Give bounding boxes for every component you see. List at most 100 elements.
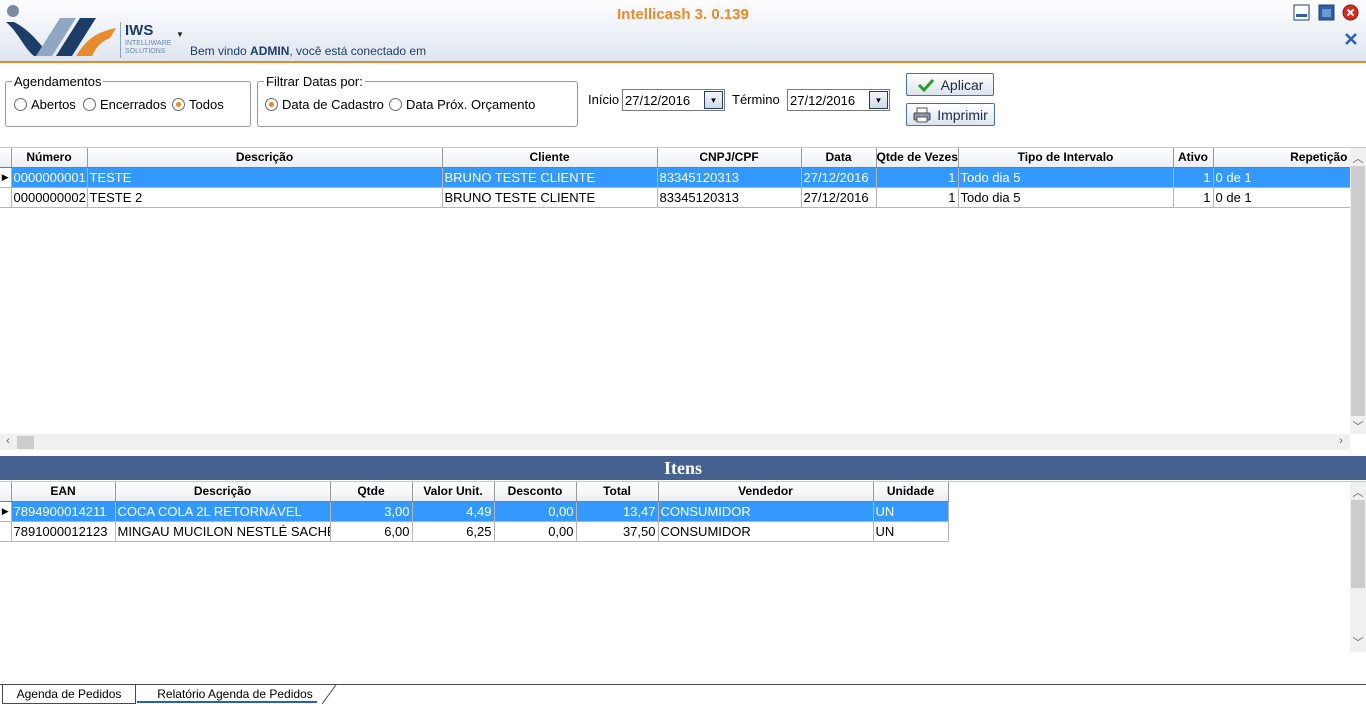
cell-valor-unit[interactable]: 6,25 — [412, 521, 495, 542]
cell-total[interactable]: 13,47 — [576, 501, 659, 522]
cell-unidade[interactable]: UN — [873, 521, 949, 542]
cell-cliente[interactable]: BRUNO TESTE CLIENTE — [442, 187, 658, 208]
radio-todos[interactable]: Todos — [172, 97, 224, 112]
cell-descricao[interactable]: TESTE 2 — [87, 187, 443, 208]
col-header-valor-unit[interactable]: Valor Unit. — [412, 482, 495, 502]
cell-qtde[interactable]: 3,00 — [330, 501, 413, 522]
cell-ativo[interactable]: 1 — [1173, 167, 1214, 188]
itens-grid[interactable]: EAN Descrição Qtde Valor Unit. Desconto … — [0, 481, 1366, 652]
row-indicator-icon: ▶ — [0, 167, 12, 188]
print-button[interactable]: Imprimir — [906, 103, 995, 126]
cell-repeticao[interactable]: 0 de 1 — [1213, 167, 1351, 188]
scroll-thumb[interactable] — [17, 436, 34, 449]
scroll-left-icon[interactable]: ‹ — [0, 435, 16, 447]
cell-total[interactable]: 37,50 — [576, 521, 659, 542]
scroll-down-icon[interactable]: ﹀ — [1350, 634, 1366, 650]
col-header-ativo[interactable]: Ativo — [1173, 148, 1214, 168]
agenda-table: Número Descrição Cliente CNPJ/CPF Data Q… — [0, 148, 1351, 208]
scroll-thumb[interactable] — [1351, 500, 1365, 588]
cell-qtde[interactable]: 6,00 — [330, 521, 413, 542]
termino-dropdown-icon[interactable]: ▼ — [869, 91, 888, 109]
filtrar-datas-legend: Filtrar Datas por: — [264, 74, 365, 89]
row-indicator-empty — [0, 187, 12, 208]
minimize-icon[interactable] — [1293, 4, 1310, 21]
cell-desconto[interactable]: 0,00 — [494, 521, 577, 542]
table-row[interactable]: ▶ 7894900014211 COCA COLA 2L RETORNÁVEL … — [0, 501, 949, 522]
scroll-thumb[interactable] — [1351, 166, 1365, 416]
cell-numero[interactable]: 0000000002 — [11, 187, 88, 208]
table-row[interactable]: 0000000002 TESTE 2 BRUNO TESTE CLIENTE 8… — [0, 187, 1351, 208]
radio-circle[interactable] — [83, 98, 96, 111]
cell-ean[interactable]: 7894900014211 — [11, 501, 116, 522]
scroll-up-icon[interactable]: ︿ — [1350, 150, 1366, 166]
radio-abertos[interactable]: Abertos — [14, 97, 76, 112]
cell-ativo[interactable]: 1 — [1173, 187, 1214, 208]
horizontal-scrollbar[interactable]: ‹ › — [0, 434, 1350, 450]
radio-circle[interactable] — [389, 98, 402, 111]
close-tab-icon[interactable] — [1343, 31, 1359, 47]
itens-table: EAN Descrição Qtde Valor Unit. Desconto … — [0, 482, 949, 542]
table-row[interactable]: ▶ 0000000001 TESTE BRUNO TESTE CLIENTE 8… — [0, 167, 1351, 188]
maximize-icon[interactable] — [1318, 4, 1335, 21]
col-header-cnpj[interactable]: CNPJ/CPF — [657, 148, 802, 168]
cell-ean[interactable]: 7891000012123 — [11, 521, 116, 542]
inicio-dropdown-icon[interactable]: ▼ — [704, 91, 723, 109]
cell-qtde[interactable]: 1 — [876, 167, 959, 188]
apply-button[interactable]: Aplicar — [906, 73, 994, 96]
cell-vendedor[interactable]: CONSUMIDOR — [658, 501, 874, 522]
col-header-vendedor[interactable]: Vendedor — [658, 482, 874, 502]
vertical-scrollbar[interactable]: ︿ ﹀ — [1350, 148, 1366, 434]
col-header-total[interactable]: Total — [576, 482, 659, 502]
cell-vendedor[interactable]: CONSUMIDOR — [658, 521, 874, 542]
vertical-scrollbar[interactable]: ︿ ﹀ — [1350, 482, 1366, 652]
inicio-date-field[interactable]: 27/12/2016 ▼ — [622, 89, 725, 111]
radio-data-prox-orcamento[interactable]: Data Próx. Orçamento — [389, 97, 535, 112]
cell-descricao[interactable]: COCA COLA 2L RETORNÁVEL — [115, 501, 331, 522]
cell-descricao[interactable]: MINGAU MUCILON NESTLÉ SACHÊ — [115, 521, 331, 542]
close-icon[interactable] — [1342, 4, 1359, 21]
col-header-descricao[interactable]: Descrição — [87, 148, 443, 168]
welcome-message: Bem vindo ADMIN, você está conectado em — [190, 44, 427, 58]
cell-data[interactable]: 27/12/2016 — [801, 167, 877, 188]
cell-qtde[interactable]: 1 — [876, 187, 959, 208]
cell-cnpj[interactable]: 83345120313 — [657, 187, 802, 208]
cell-data[interactable]: 27/12/2016 — [801, 187, 877, 208]
tab-relatorio-agenda-pedidos[interactable]: Relatório Agenda de Pedidos — [137, 685, 333, 704]
agenda-grid[interactable]: Número Descrição Cliente CNPJ/CPF Data Q… — [0, 147, 1366, 450]
cell-numero[interactable]: 0000000001 — [11, 167, 88, 188]
col-header-cliente[interactable]: Cliente — [442, 148, 658, 168]
col-header-qtde[interactable]: Qtde — [330, 482, 413, 502]
table-row[interactable]: 7891000012123 MINGAU MUCILON NESTLÉ SACH… — [0, 521, 949, 542]
scroll-up-icon[interactable]: ︿ — [1350, 484, 1366, 500]
col-header-descricao[interactable]: Descrição — [115, 482, 331, 502]
itens-title: Itens — [0, 456, 1366, 480]
cell-desconto[interactable]: 0,00 — [494, 501, 577, 522]
active-tab-indicator — [137, 701, 317, 703]
col-header-unidade[interactable]: Unidade — [873, 482, 949, 502]
termino-date-field[interactable]: 27/12/2016 ▼ — [787, 89, 890, 111]
cell-valor-unit[interactable]: 4,49 — [412, 501, 495, 522]
tab-agenda-pedidos[interactable]: Agenda de Pedidos — [2, 685, 136, 704]
cell-descricao[interactable]: TESTE — [87, 167, 443, 188]
cell-repeticao[interactable]: 0 de 1 — [1213, 187, 1351, 208]
col-header-repeticao[interactable]: Repetição — [1213, 148, 1351, 168]
cell-unidade[interactable]: UN — [873, 501, 949, 522]
radio-circle-selected[interactable] — [265, 98, 278, 111]
col-header-desconto[interactable]: Desconto — [494, 482, 577, 502]
cell-cnpj[interactable]: 83345120313 — [657, 167, 802, 188]
col-header-tipo-intervalo[interactable]: Tipo de Intervalo — [958, 148, 1174, 168]
col-header-qtde-vezes[interactable]: Qtde de Vezes — [876, 148, 959, 168]
radio-data-cadastro[interactable]: Data de Cadastro — [265, 97, 384, 112]
scroll-right-icon[interactable]: › — [1333, 435, 1349, 447]
scroll-down-icon[interactable]: ﹀ — [1350, 418, 1366, 434]
radio-circle[interactable] — [14, 98, 27, 111]
cell-tipo[interactable]: Todo dia 5 — [958, 167, 1174, 188]
col-header-data[interactable]: Data — [801, 148, 877, 168]
cell-tipo[interactable]: Todo dia 5 — [958, 187, 1174, 208]
radio-circle-selected[interactable] — [172, 98, 185, 111]
col-header-numero[interactable]: Número — [11, 148, 88, 168]
logo-dropdown-icon[interactable]: ▼ — [176, 30, 184, 39]
radio-encerrados[interactable]: Encerrados — [83, 97, 166, 112]
cell-cliente[interactable]: BRUNO TESTE CLIENTE — [442, 167, 658, 188]
col-header-ean[interactable]: EAN — [11, 482, 116, 502]
